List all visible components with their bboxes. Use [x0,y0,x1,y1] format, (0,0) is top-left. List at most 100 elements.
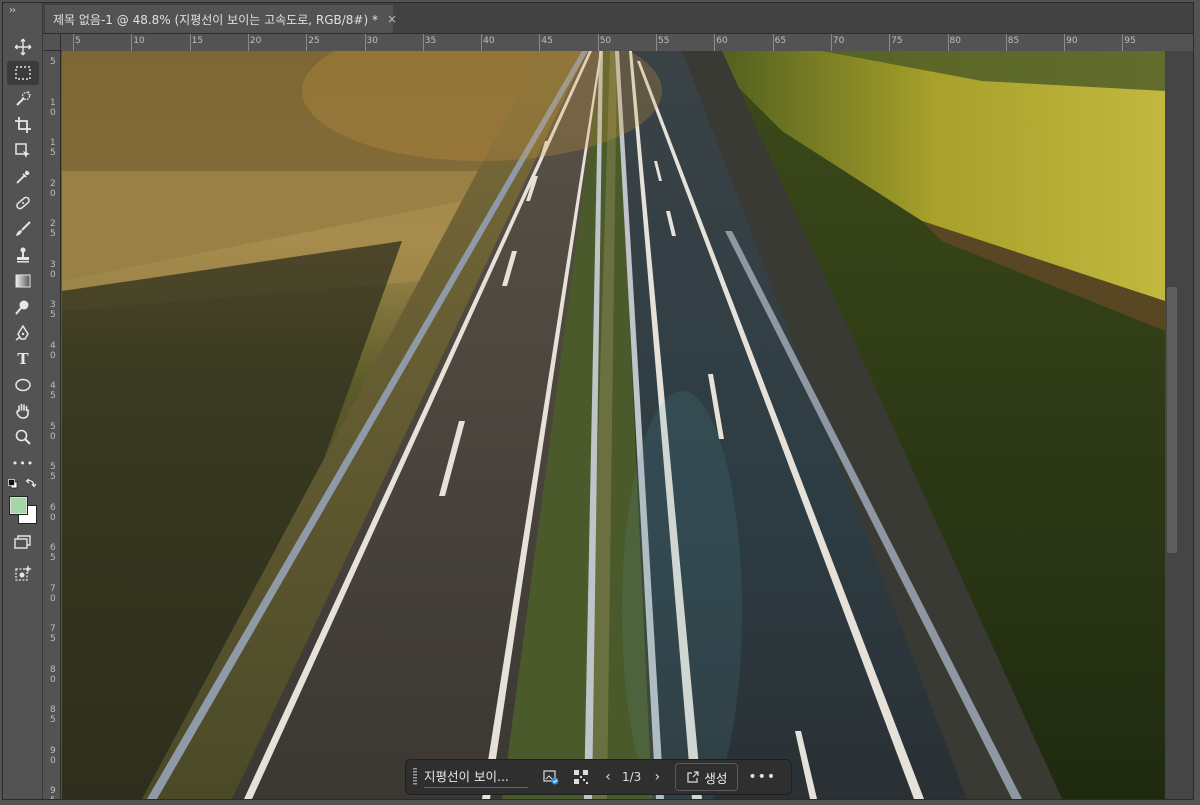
document-canvas[interactable] [62,51,1165,799]
ruler-tick-label: 5 [75,36,81,46]
close-tab-icon[interactable]: × [387,12,397,26]
ruler-tick-label: 30 [366,36,378,46]
tools-panel: ›› T ••• [3,3,43,799]
ruler-tick-mark [247,34,249,51]
default-colors-icon[interactable] [8,479,18,489]
generate-icon [687,770,699,783]
eyedropper-icon [16,170,30,184]
ruler-tick-label: 85 [1007,36,1020,46]
ruler-tick-label: 5 [50,57,56,67]
ruler-tick-mark [889,34,891,51]
ruler-origin[interactable] [44,34,61,51]
ruler-tick-label: 4 0 [50,340,56,361]
document-tab[interactable]: 제목 없음-1 @ 48.8% (지평선이 보이는 고속도로, RGB/8#) … [45,5,397,33]
document-tab-title: 제목 없음-1 @ 48.8% (지평선이 보이는 고속도로, RGB/8#) … [53,12,378,27]
ruler-tick-mark [306,34,308,51]
photoshop-window: ›› T ••• 제목 없음-1 @ 48.8% (지평선이 보이는 고속도로,… [2,2,1194,800]
ruler-tick-label: 6 0 [50,502,56,523]
pen-icon [15,324,29,341]
foreground-color-swatch[interactable] [9,496,28,515]
clone-stamp-icon [17,247,29,263]
marquee-icon [15,66,31,80]
ruler-tick-mark [189,34,191,51]
healing-brush-tool[interactable] [7,191,39,215]
marquee-tool[interactable] [7,61,39,85]
more-tools-button[interactable]: ••• [7,451,39,475]
ruler-tick-label: 90 [1066,36,1078,46]
ruler-tick-label: 10 [133,36,145,46]
ruler-tick-mark [131,34,133,51]
pen-tool[interactable] [7,321,39,345]
collapse-toolbar-button[interactable]: ›› [9,5,16,16]
ruler-tick-label: 60 [716,36,728,46]
ruler-tick-label: 6 5 [50,543,56,563]
document-tab-bar: 제목 없음-1 @ 48.8% (지평선이 보이는 고속도로, RGB/8#) … [43,3,1193,34]
grid-view-button[interactable] [570,766,592,788]
ellipse-icon [15,378,31,392]
screen-mode-button[interactable] [7,531,39,555]
type-tool[interactable]: T [7,347,39,371]
zoom-tool[interactable] [7,425,39,449]
ruler-tick-mark [714,34,716,51]
swap-colors-icon[interactable] [25,477,37,489]
ruler-tick-label: 3 0 [50,259,56,280]
crop-icon [15,117,31,133]
generate-button[interactable]: 생성 [675,763,739,791]
brush-icon [16,221,31,236]
ruler-tick-label: 8 0 [50,664,56,685]
horizontal-ruler[interactable]: 5 10 15 20 25 30 35 40 45 50 55 60 65 70 75 80 85 90 95 [61,34,1193,52]
crop-tool[interactable] [7,113,39,137]
ruler-tick-label: 5 5 [50,462,56,482]
move-tool[interactable] [7,35,39,59]
brush-tool[interactable] [7,217,39,241]
ruler-tick-label: 45 [541,36,553,46]
move-icon [14,38,32,56]
gradient-tool[interactable] [7,269,39,293]
ruler-tick-label: 55 [658,36,670,46]
image-check-icon [543,770,559,785]
vertical-scrollbar[interactable] [1165,51,1193,799]
more-tools-icon: ••• [11,456,35,470]
eyedropper-tool[interactable] [7,165,39,189]
generate-label: 생성 [704,770,728,786]
dodge-tool[interactable] [7,295,39,319]
ruler-tick-mark [1122,34,1124,51]
frame-tool[interactable] [7,139,39,163]
ellipse-tool[interactable] [7,373,39,397]
ruler-tick-label: 80 [949,36,961,46]
ruler-tick-label: 25 [308,36,320,46]
drag-handle-icon[interactable] [410,766,420,788]
variation-image-button[interactable] [540,766,562,788]
previous-variation-button[interactable]: ‹ [600,766,616,788]
ruler-tick-mark [656,34,657,51]
ruler-tick-label: 2 0 [50,178,56,199]
prompt-text-field[interactable]: 지평선이 보이... [424,766,528,788]
ruler-tick-label: 65 [774,36,787,46]
ruler-tick-mark [1005,34,1007,51]
ruler-tick-label: 8 5 [50,705,56,725]
ruler-tick-mark [772,34,774,51]
object-selection-icon [16,90,31,106]
ruler-tick-mark [597,34,599,51]
hand-tool[interactable] [7,399,39,423]
ruler-tick-label: 9 5 [50,786,56,799]
ruler-tick-label: 2 5 [50,219,56,239]
quick-mask-button[interactable] [7,561,39,585]
screen-mode-icon [14,535,31,549]
ruler-tick-label: 1 0 [50,97,56,118]
vertical-ruler[interactable]: 5 1 0 1 5 2 0 2 5 3 0 3 5 4 0 4 5 5 0 5 5 6 0 6 5 7 0… [44,51,61,799]
ruler-tick-mark [947,34,949,51]
scrollbar-thumb[interactable] [1167,287,1177,553]
ruler-tick-mark [364,34,366,51]
clone-stamp-tool[interactable] [7,243,39,267]
frame-icon [15,143,30,158]
ruler-tick-label: 40 [483,36,495,46]
ruler-tick-mark [539,34,541,51]
object-selection-tool[interactable] [7,87,39,111]
gradient-icon [15,274,31,288]
ruler-tick-label: 1 5 [50,138,56,158]
ruler-tick-label: 50 [599,36,612,46]
quick-mask-icon [15,565,32,581]
next-variation-button[interactable]: › [649,766,665,788]
more-options-icon[interactable]: ••• [748,769,776,785]
